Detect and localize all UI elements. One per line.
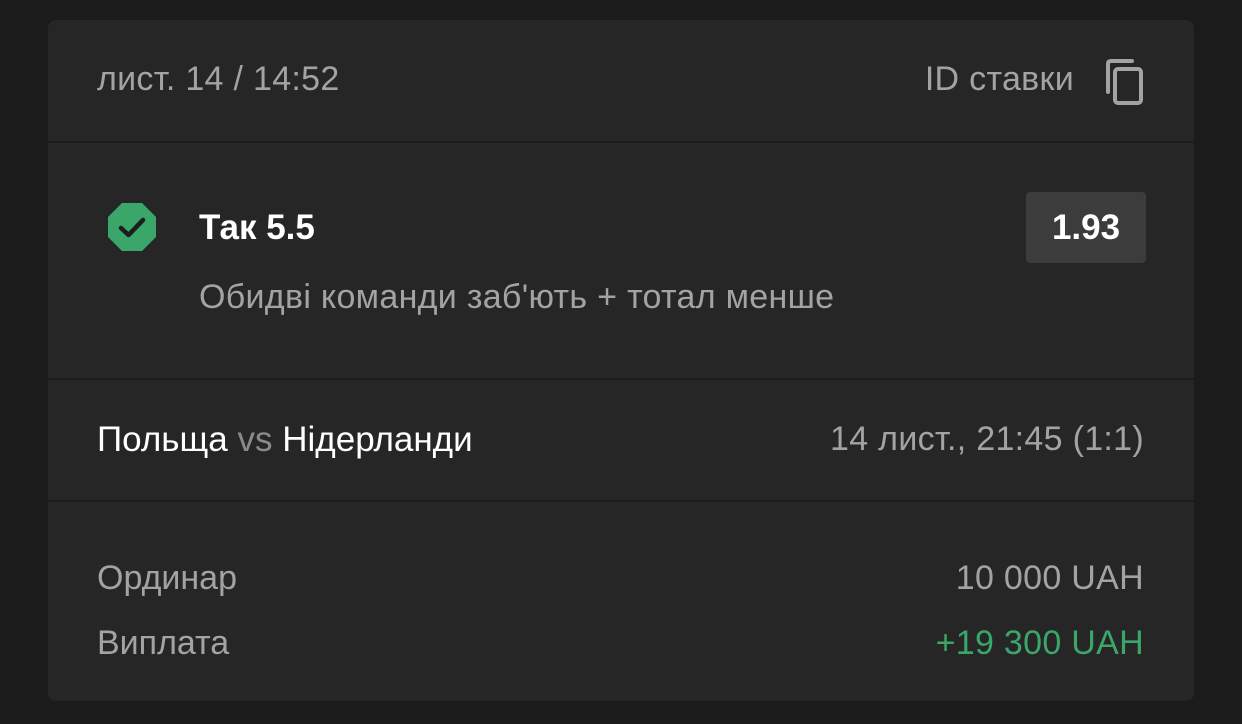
vs-label: vs: [237, 420, 273, 459]
bet-selection: Так 5.5 1.93 Обидві команди заб'ють + то…: [48, 143, 1194, 378]
odds-badge: 1.93: [1026, 192, 1146, 263]
copy-icon[interactable]: [1102, 58, 1146, 106]
payout-label: Виплата: [97, 624, 230, 662]
bet-card: лист. 14 / 14:52 ID ставки Так 5.5 1.93 …: [48, 20, 1194, 701]
check-octagon-icon: [106, 201, 158, 253]
selection-market: Обидві команди заб'ють + тотал менше: [199, 278, 835, 316]
payout-amount: +19 300 UAH: [935, 624, 1144, 662]
stake-amount: 10 000 UAH: [955, 559, 1144, 597]
bet-type-label: Ординар: [97, 559, 238, 597]
team-home: Польща: [97, 420, 228, 459]
match-teams: Польща vs Нідерланди: [97, 420, 473, 460]
team-away: Нідерланди: [282, 420, 473, 459]
bet-summary: Ординар 10 000 UAH Виплата +19 300 UAH: [48, 502, 1194, 701]
match-time: 14 лист., 21:45 (1:1): [830, 420, 1144, 458]
match-row[interactable]: Польща vs Нідерланди 14 лист., 21:45 (1:…: [48, 380, 1194, 500]
bet-date: лист. 14 / 14:52: [97, 60, 340, 98]
bet-id-label[interactable]: ID ставки: [925, 60, 1074, 99]
selection-title: Так 5.5: [199, 208, 315, 247]
bet-header: лист. 14 / 14:52 ID ставки: [48, 20, 1194, 141]
